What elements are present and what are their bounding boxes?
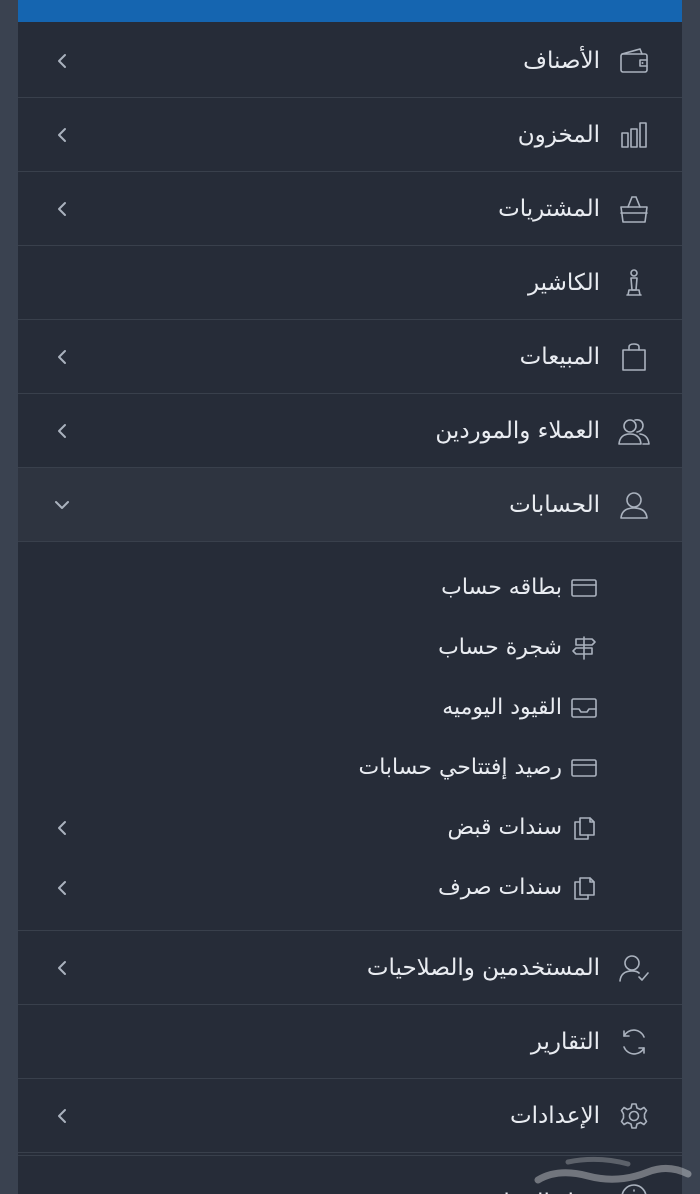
menu-item-purchases[interactable]: المشتريات	[18, 172, 682, 246]
submenu-item-payment-vouchers[interactable]: سندات صرف	[18, 858, 682, 918]
sidebar-menu: الأصناف المخزون المشتريات الكاشير المبيع…	[18, 0, 682, 1194]
user-check-icon	[618, 953, 650, 983]
menu-item-settings[interactable]: الإعدادات	[18, 1079, 682, 1153]
chess-piece-icon	[618, 268, 650, 298]
wallet-icon	[618, 46, 650, 76]
watermark-logo	[528, 1150, 700, 1194]
inventory-bars-icon	[618, 120, 650, 150]
chevron-left-icon	[54, 53, 70, 69]
menu-item-categories[interactable]: الأصناف	[18, 24, 682, 98]
chevron-down-icon	[54, 497, 70, 513]
inbox-icon	[570, 696, 598, 720]
submenu-item-account-card[interactable]: بطاقه حساب	[18, 558, 682, 618]
menu-item-label: التقارير	[530, 1029, 600, 1055]
gear-icon	[618, 1101, 650, 1131]
submenu-item-label: القيود اليوميه	[442, 695, 562, 720]
menu-item-label: الأصناف	[523, 48, 600, 74]
shopping-basket-icon	[618, 194, 650, 224]
users-icon	[618, 416, 650, 446]
refresh-icon	[618, 1027, 650, 1057]
submenu-item-chart-of-accounts[interactable]: شجرة حساب	[18, 618, 682, 678]
chevron-left-icon	[54, 880, 70, 896]
shopping-bag-icon	[618, 342, 650, 372]
menu-item-reports[interactable]: التقارير	[18, 1005, 682, 1079]
user-icon	[618, 490, 650, 520]
menu-item-label: الحسابات	[509, 492, 600, 518]
documents-icon	[570, 876, 598, 900]
chevron-left-icon	[54, 127, 70, 143]
menu-item-sales[interactable]: المبيعات	[18, 320, 682, 394]
chevron-left-icon	[54, 201, 70, 217]
chevron-left-icon	[54, 349, 70, 365]
menu-item-label: الإعدادات	[510, 1103, 600, 1129]
menu-item-label: الكاشير	[527, 270, 600, 296]
submenu-item-receipt-vouchers[interactable]: سندات قبض	[18, 798, 682, 858]
signpost-icon	[570, 636, 598, 660]
submenu-item-opening-balances[interactable]: رصيد إفتتاحي حسابات	[18, 738, 682, 798]
menu-item-label: المخزون	[517, 122, 600, 148]
chevron-left-icon	[54, 423, 70, 439]
menu-item-inventory[interactable]: المخزون	[18, 98, 682, 172]
menu-item-accounts[interactable]: الحسابات	[18, 468, 682, 542]
chevron-left-icon	[54, 820, 70, 836]
menu-item-label: المشتريات	[498, 196, 600, 222]
menu-item-customers-suppliers[interactable]: العملاء والموردين	[18, 394, 682, 468]
submenu-item-label: سندات صرف	[437, 875, 562, 900]
header-accent-bar	[18, 0, 682, 22]
menu-item-label: العملاء والموردين	[435, 418, 600, 444]
card-icon	[570, 576, 598, 600]
documents-icon	[570, 816, 598, 840]
submenu-item-daily-entries[interactable]: القيود اليوميه	[18, 678, 682, 738]
menu-item-cashier[interactable]: الكاشير	[18, 246, 682, 320]
menu-item-label: المبيعات	[519, 344, 600, 370]
submenu-item-label: بطاقه حساب	[441, 575, 562, 600]
submenu-item-label: رصيد إفتتاحي حسابات	[358, 755, 563, 780]
menu-item-users-permissions[interactable]: المستخدمين والصلاحيات	[18, 931, 682, 1005]
chevron-left-icon	[54, 960, 70, 976]
submenu-item-label: سندات قبض	[447, 815, 562, 840]
menu-item-label: المستخدمين والصلاحيات	[366, 955, 600, 981]
card-icon	[570, 756, 598, 780]
submenu-item-label: شجرة حساب	[438, 635, 562, 660]
chevron-left-icon	[54, 1108, 70, 1124]
